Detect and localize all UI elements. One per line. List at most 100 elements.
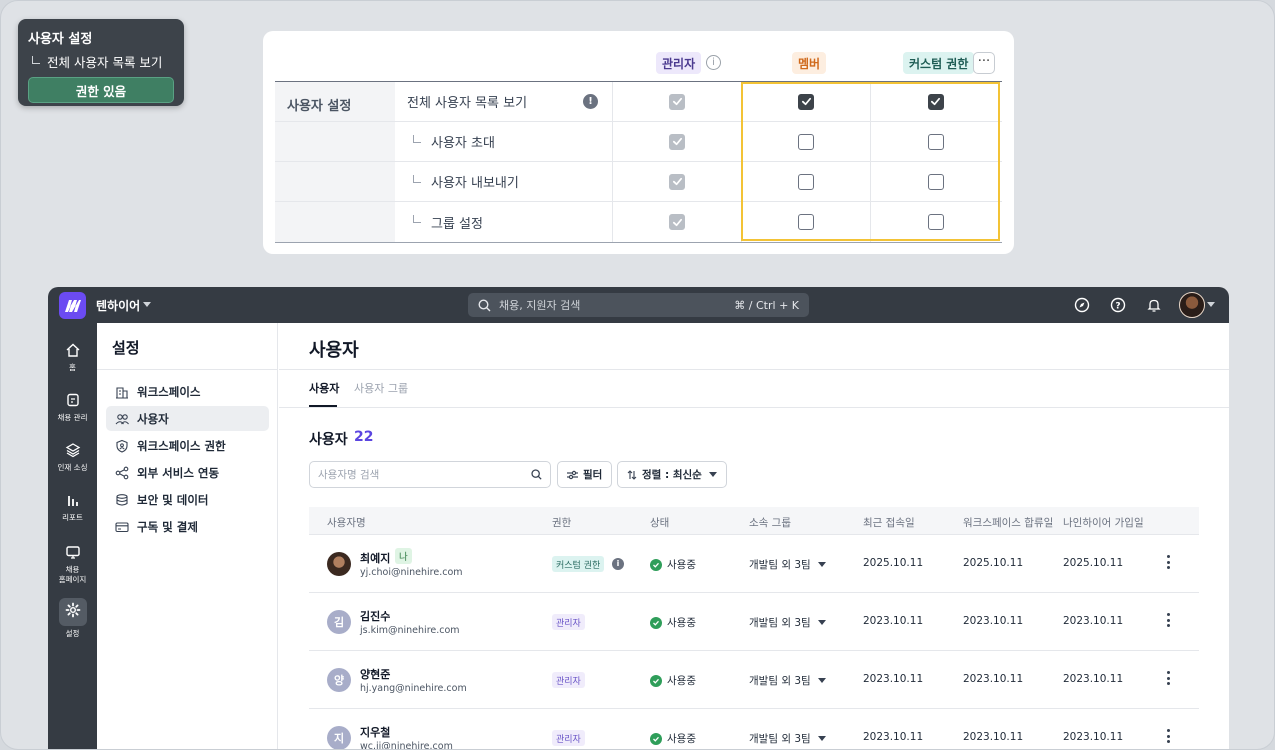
rail-item[interactable]: 리포트 <box>48 491 97 523</box>
sidebar-item[interactable]: 워크스페이스 권한 <box>106 433 269 458</box>
group-dropdown[interactable]: 개발팀 외 3팀 <box>749 615 826 630</box>
last-login: 2023.10.11 <box>863 731 924 743</box>
group-dropdown[interactable]: 개발팀 외 3팀 <box>749 731 826 746</box>
permission-category-cell <box>275 162 395 201</box>
more-vertical-icon[interactable] <box>1167 613 1171 630</box>
avatar-chevron-down-icon[interactable] <box>1207 302 1215 307</box>
sidebar-title: 설정 <box>112 339 140 357</box>
tab-user-groups[interactable]: 사용자 그룹 <box>354 380 408 396</box>
global-search[interactable]: 채용, 지원자 검색 ⌘ / Ctrl + K <box>468 293 809 317</box>
permission-tooltip: 사용자 설정 전체 사용자 목록 보기 권한 있음 <box>18 19 184 106</box>
last-login: 2023.10.11 <box>863 673 924 685</box>
checkbox-member[interactable] <box>798 133 814 150</box>
has-permission-button[interactable]: 권한 있음 <box>28 77 174 103</box>
status-text: 사용중 <box>667 675 696 687</box>
user-name: 김진수 <box>360 610 391 623</box>
layers-icon <box>65 443 80 458</box>
rail-label: 채용 관리 <box>57 413 88 422</box>
table-row[interactable]: 지 지우철 wc.ji@ninehire.com 관리자 사용중 개발팀 외 3… <box>309 709 1199 749</box>
help-icon[interactable]: ? <box>1109 296 1127 314</box>
group-dropdown[interactable]: 개발팀 외 3팀 <box>749 673 826 688</box>
column-header: 권한 <box>552 517 572 529</box>
table-row[interactable]: 김 김진수 js.kim@ninehire.com 관리자 사용중 개발팀 외 … <box>309 593 1199 651</box>
alert-icon[interactable]: ! <box>583 94 598 109</box>
more-vertical-icon[interactable] <box>1167 729 1171 746</box>
checkbox-member[interactable] <box>798 214 814 230</box>
chevron-down-icon <box>817 562 826 567</box>
checkbox-custom[interactable] <box>927 133 944 150</box>
group-text: 개발팀 외 3팀 <box>749 675 811 687</box>
bell-icon[interactable] <box>1145 296 1163 314</box>
sidebar-item[interactable]: 워크스페이스 <box>106 379 269 404</box>
sidebar-item[interactable]: 구독 및 결제 <box>106 514 269 539</box>
checkbox-member[interactable] <box>798 173 814 190</box>
rail-item[interactable]: 채용 홈페이지 <box>48 543 97 585</box>
signup-date: 2025.10.11 <box>1063 557 1124 569</box>
status-text: 사용중 <box>667 617 696 629</box>
status-badge: 사용중 <box>650 615 696 630</box>
checkbox-custom[interactable] <box>927 214 944 230</box>
permission-row: 사용자 설정 전체 사용자 목록 보기! <box>275 82 1002 122</box>
permission-name: 그룹 설정 <box>395 202 613 242</box>
chevron-down-icon <box>817 736 826 741</box>
rail-item[interactable]: 설정 <box>48 598 97 639</box>
divider <box>97 369 277 370</box>
status-badge: 사용중 <box>650 731 696 746</box>
rail-item[interactable]: 인재 소싱 <box>48 441 97 473</box>
column-header: 사용자명 <box>327 517 366 529</box>
sort-label: 정렬 : 최신순 <box>642 469 702 481</box>
more-vertical-icon[interactable] <box>1167 555 1171 572</box>
sliders-icon <box>567 470 578 479</box>
sidebar-item-label: 워크스페이스 <box>137 384 201 399</box>
share-icon <box>115 466 129 479</box>
active-nav-indicator <box>58 598 87 626</box>
table-row[interactable]: 양 양현준 hj.yang@ninehire.com 관리자 사용중 개발팀 외… <box>309 651 1199 709</box>
signup-date: 2023.10.11 <box>1063 615 1124 627</box>
last-login: 2023.10.11 <box>863 615 924 627</box>
permission-cell <box>613 122 742 161</box>
home-icon <box>66 343 79 357</box>
permission-cell <box>613 162 742 201</box>
status-text: 사용중 <box>667 733 696 745</box>
user-avatar[interactable] <box>1179 292 1205 318</box>
more-options-button[interactable]: ··· <box>973 52 995 74</box>
rail-item[interactable]: 채용 관리 <box>48 391 97 423</box>
permission-row: 사용자 내보내기 <box>275 162 1002 202</box>
permission-cell <box>871 82 1000 121</box>
rail-label: 리포트 <box>62 513 83 522</box>
permission-name: 전체 사용자 목록 보기! <box>395 82 613 121</box>
permission-cell <box>613 82 742 121</box>
checkbox-admin <box>669 214 685 230</box>
filter-button[interactable]: 필터 <box>557 461 613 488</box>
rail-item[interactable]: 홈 <box>48 341 97 373</box>
avatar-initial: 지 <box>333 732 345 745</box>
checkbox-member[interactable] <box>798 93 814 110</box>
workspace-chevron-down-icon[interactable] <box>143 302 151 307</box>
checkbox-custom[interactable] <box>927 173 944 190</box>
workspace-joined: 2023.10.11 <box>963 673 1024 685</box>
info-icon[interactable]: i <box>706 55 721 70</box>
user-email: yj.choi@ninehire.com <box>360 567 463 578</box>
column-header: 나인하이어 가입일 <box>1063 517 1144 529</box>
info-icon[interactable]: i <box>612 558 624 570</box>
more-vertical-icon[interactable] <box>1167 671 1171 688</box>
sort-dropdown[interactable]: 정렬 : 최신순 <box>617 461 727 488</box>
column-header: 최근 접속일 <box>863 517 915 529</box>
last-login: 2025.10.11 <box>863 557 924 569</box>
sidebar-item[interactable]: 보안 및 데이터 <box>106 487 269 512</box>
user-search-input[interactable]: 사용자명 검색 <box>309 461 551 488</box>
user-email: js.kim@ninehire.com <box>360 625 460 636</box>
table-row[interactable]: 최예지 나 yj.choi@ninehire.com 커스텀 권한 i 사용중 … <box>309 535 1199 593</box>
compass-icon[interactable] <box>1073 296 1091 314</box>
rail-label: 홈 <box>69 363 76 372</box>
sidebar-item[interactable]: 사용자 <box>106 406 269 431</box>
group-dropdown[interactable]: 개발팀 외 3팀 <box>749 557 826 572</box>
database-icon <box>116 493 128 506</box>
group-text: 개발팀 외 3팀 <box>749 617 811 629</box>
app-logo-icon[interactable] <box>59 292 86 319</box>
checkbox-custom[interactable] <box>927 93 944 110</box>
search-icon <box>531 469 542 480</box>
workspace-name[interactable]: 텐하이어 <box>96 297 140 314</box>
sidebar-item[interactable]: 외부 서비스 연동 <box>106 460 269 485</box>
tab-users[interactable]: 사용자 <box>309 380 339 396</box>
